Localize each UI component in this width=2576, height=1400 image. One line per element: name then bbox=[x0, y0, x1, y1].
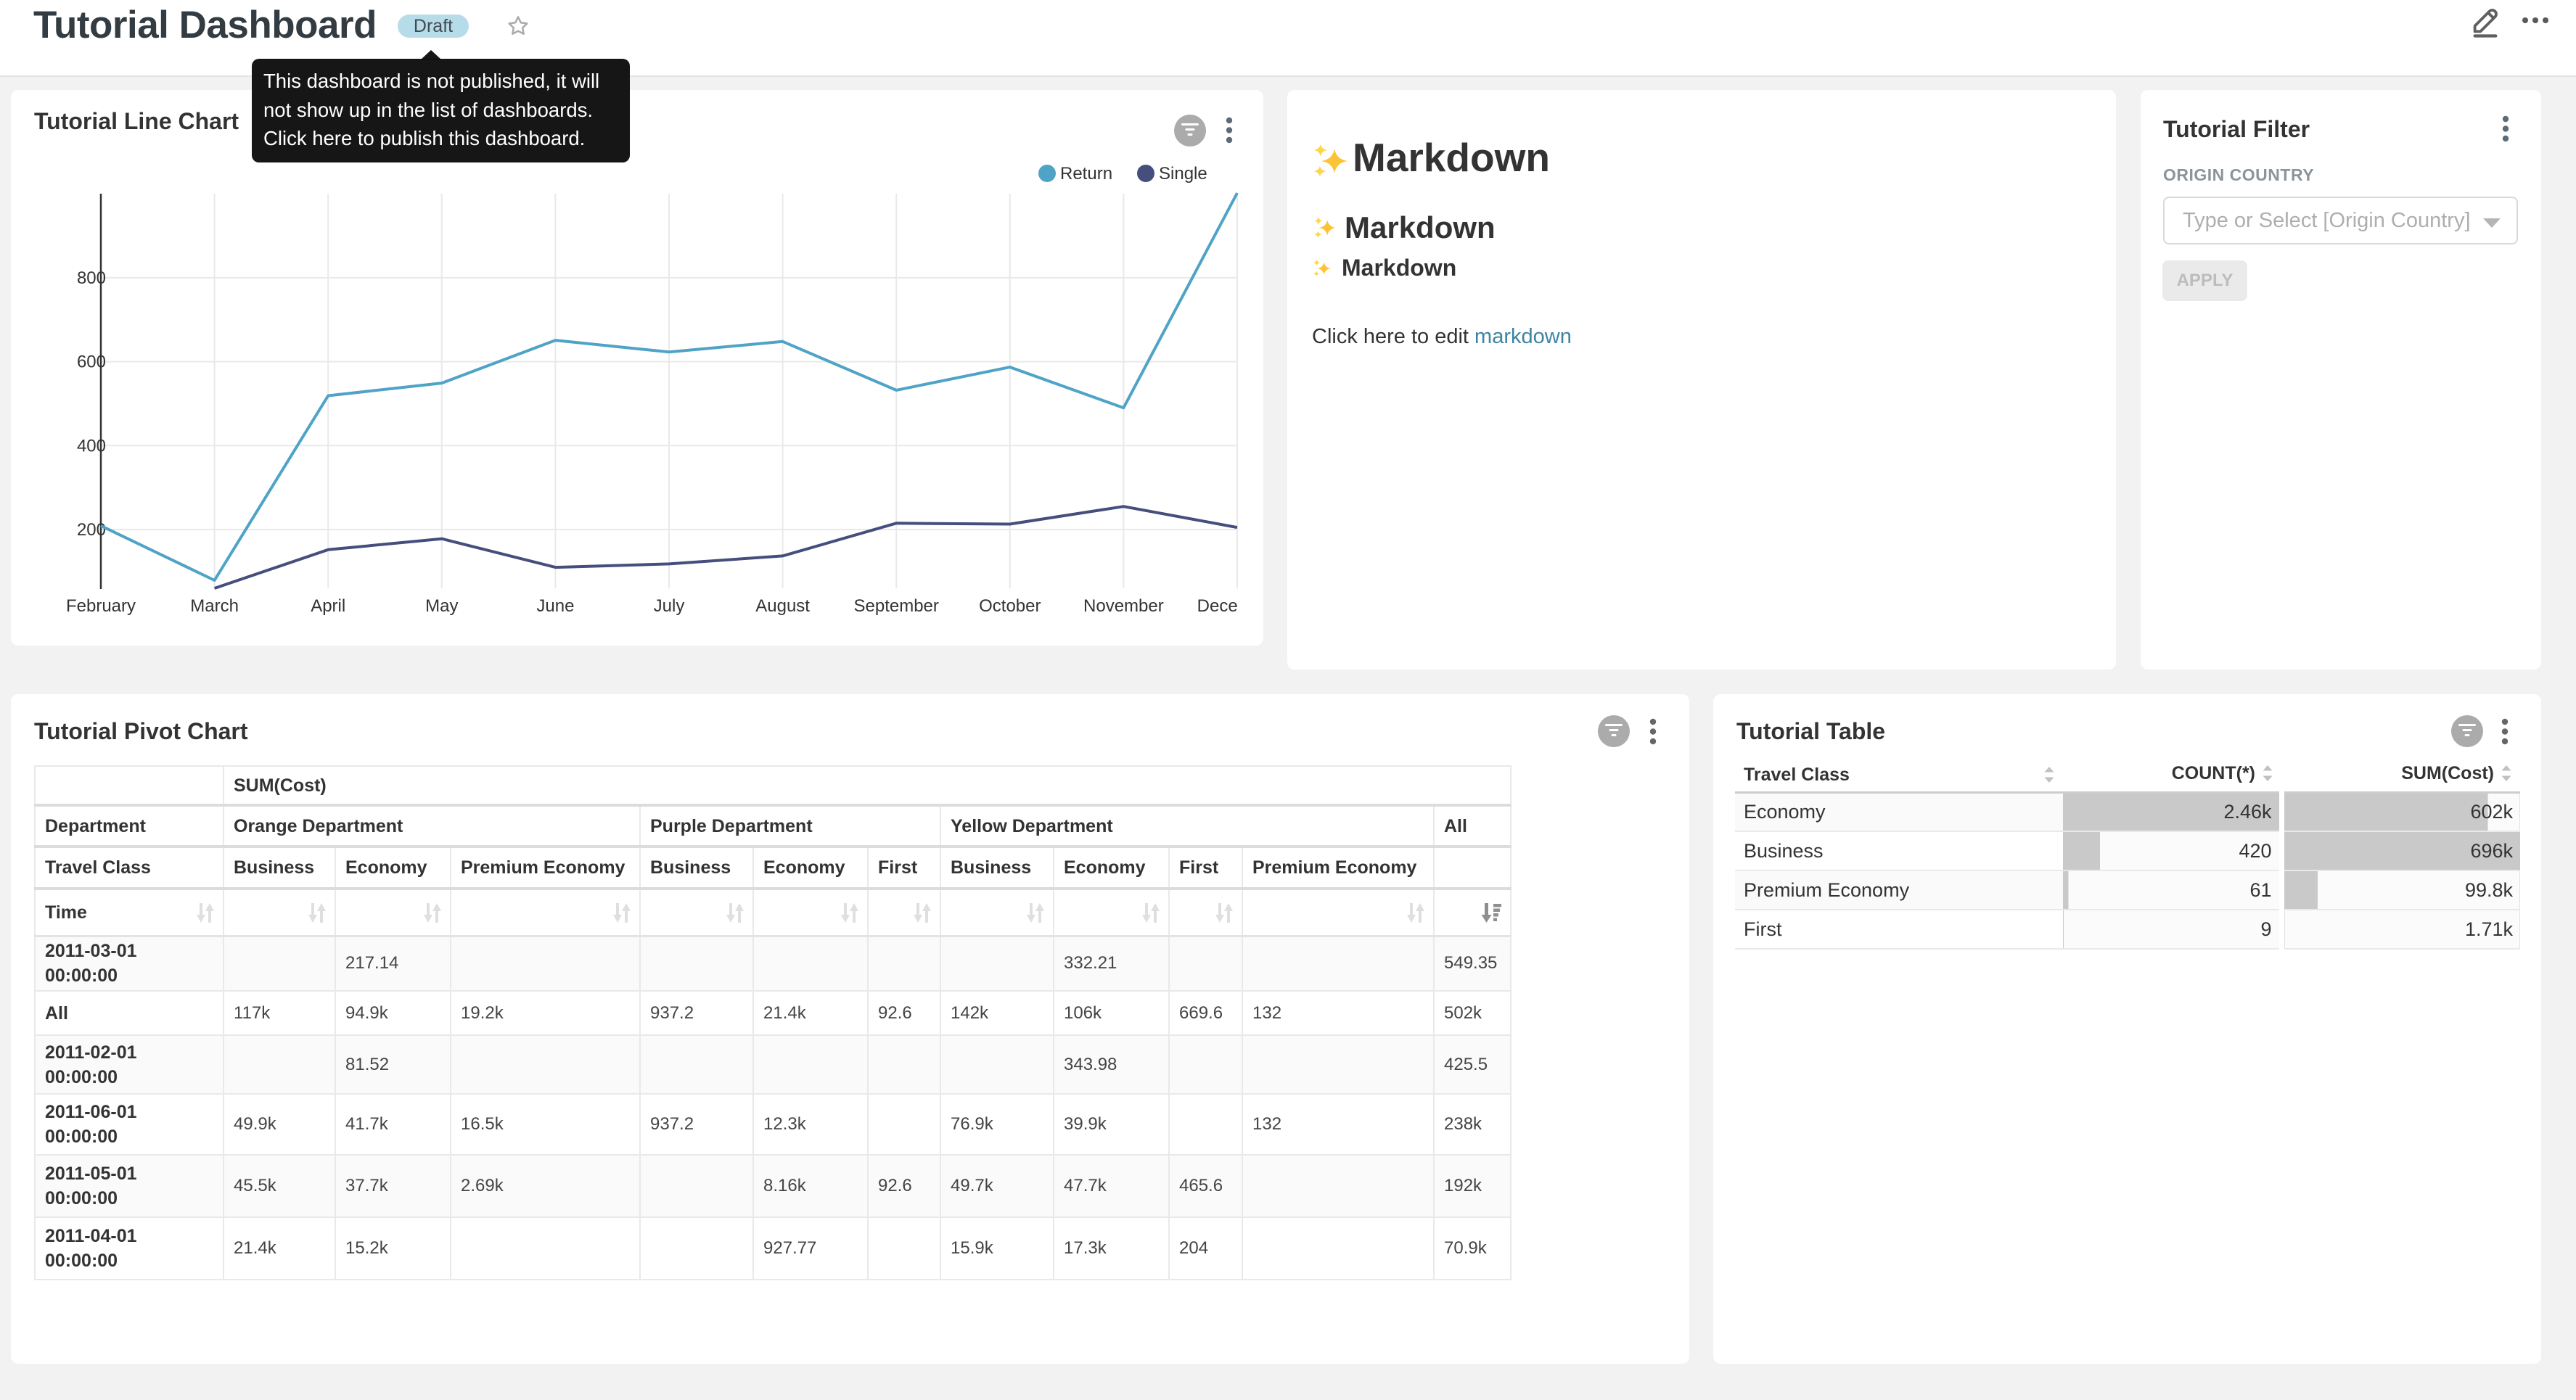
svg-text:June: June bbox=[536, 596, 574, 616]
svg-text:March: March bbox=[190, 596, 239, 616]
svg-text:September: September bbox=[853, 596, 938, 616]
svg-text:July: July bbox=[654, 596, 685, 616]
svg-text:August: August bbox=[755, 596, 810, 616]
svg-text:May: May bbox=[425, 596, 458, 616]
svg-text:October: October bbox=[979, 596, 1041, 616]
svg-text:April: April bbox=[311, 596, 345, 616]
svg-text:February: February bbox=[66, 596, 136, 616]
svg-text:800: 800 bbox=[77, 268, 106, 288]
svg-text:Return: Return bbox=[1060, 164, 1112, 184]
svg-text:400: 400 bbox=[77, 436, 106, 456]
svg-text:Single: Single bbox=[1159, 164, 1207, 184]
svg-text:600: 600 bbox=[77, 353, 106, 372]
svg-text:November: November bbox=[1083, 596, 1164, 616]
svg-text:December: December bbox=[1197, 596, 1239, 616]
svg-text:200: 200 bbox=[77, 520, 106, 540]
